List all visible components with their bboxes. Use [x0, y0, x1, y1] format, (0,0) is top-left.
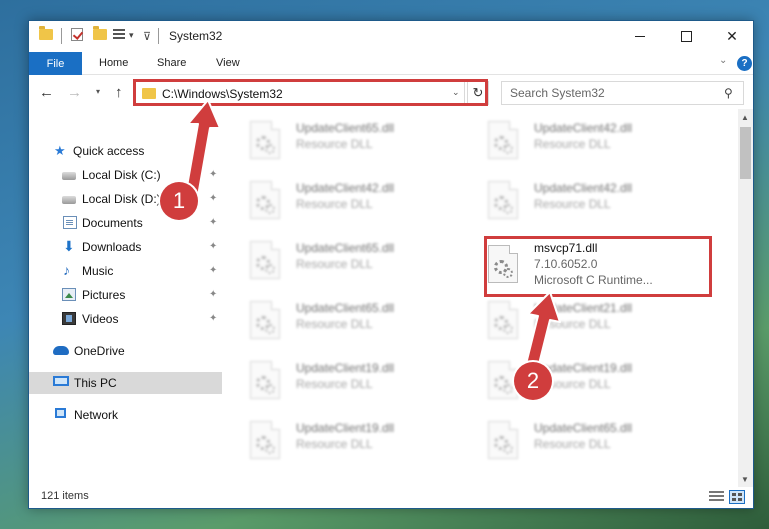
step-1-badge: 1 — [160, 182, 198, 220]
annotation-arrows — [185, 99, 561, 377]
arrow-1 — [185, 99, 221, 197]
step-2-badge: 2 — [514, 362, 552, 400]
